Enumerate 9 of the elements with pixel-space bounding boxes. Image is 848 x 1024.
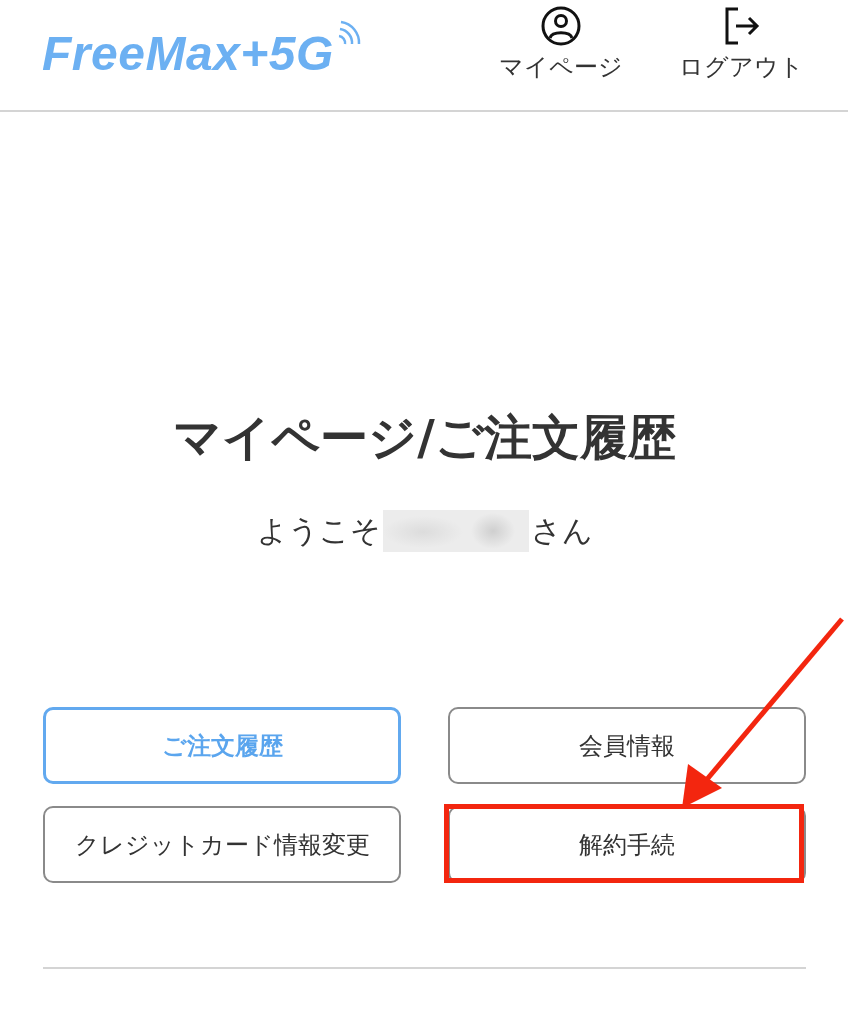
menu-button[interactable]: 会員情報 — [448, 707, 806, 784]
page-title: マイページ/ご注文履歴 — [173, 408, 676, 467]
greeting-suffix: さん — [530, 512, 593, 550]
menu-button[interactable]: クレジットカード情報変更 — [43, 806, 401, 883]
logo-text: FreeMax+5G — [42, 26, 334, 82]
user-circle-icon — [541, 6, 581, 46]
nav-link[interactable]: マイページ — [499, 6, 623, 82]
greeting-text: ようこそ — [256, 512, 381, 550]
nav-link[interactable]: ログアウト — [679, 6, 804, 82]
